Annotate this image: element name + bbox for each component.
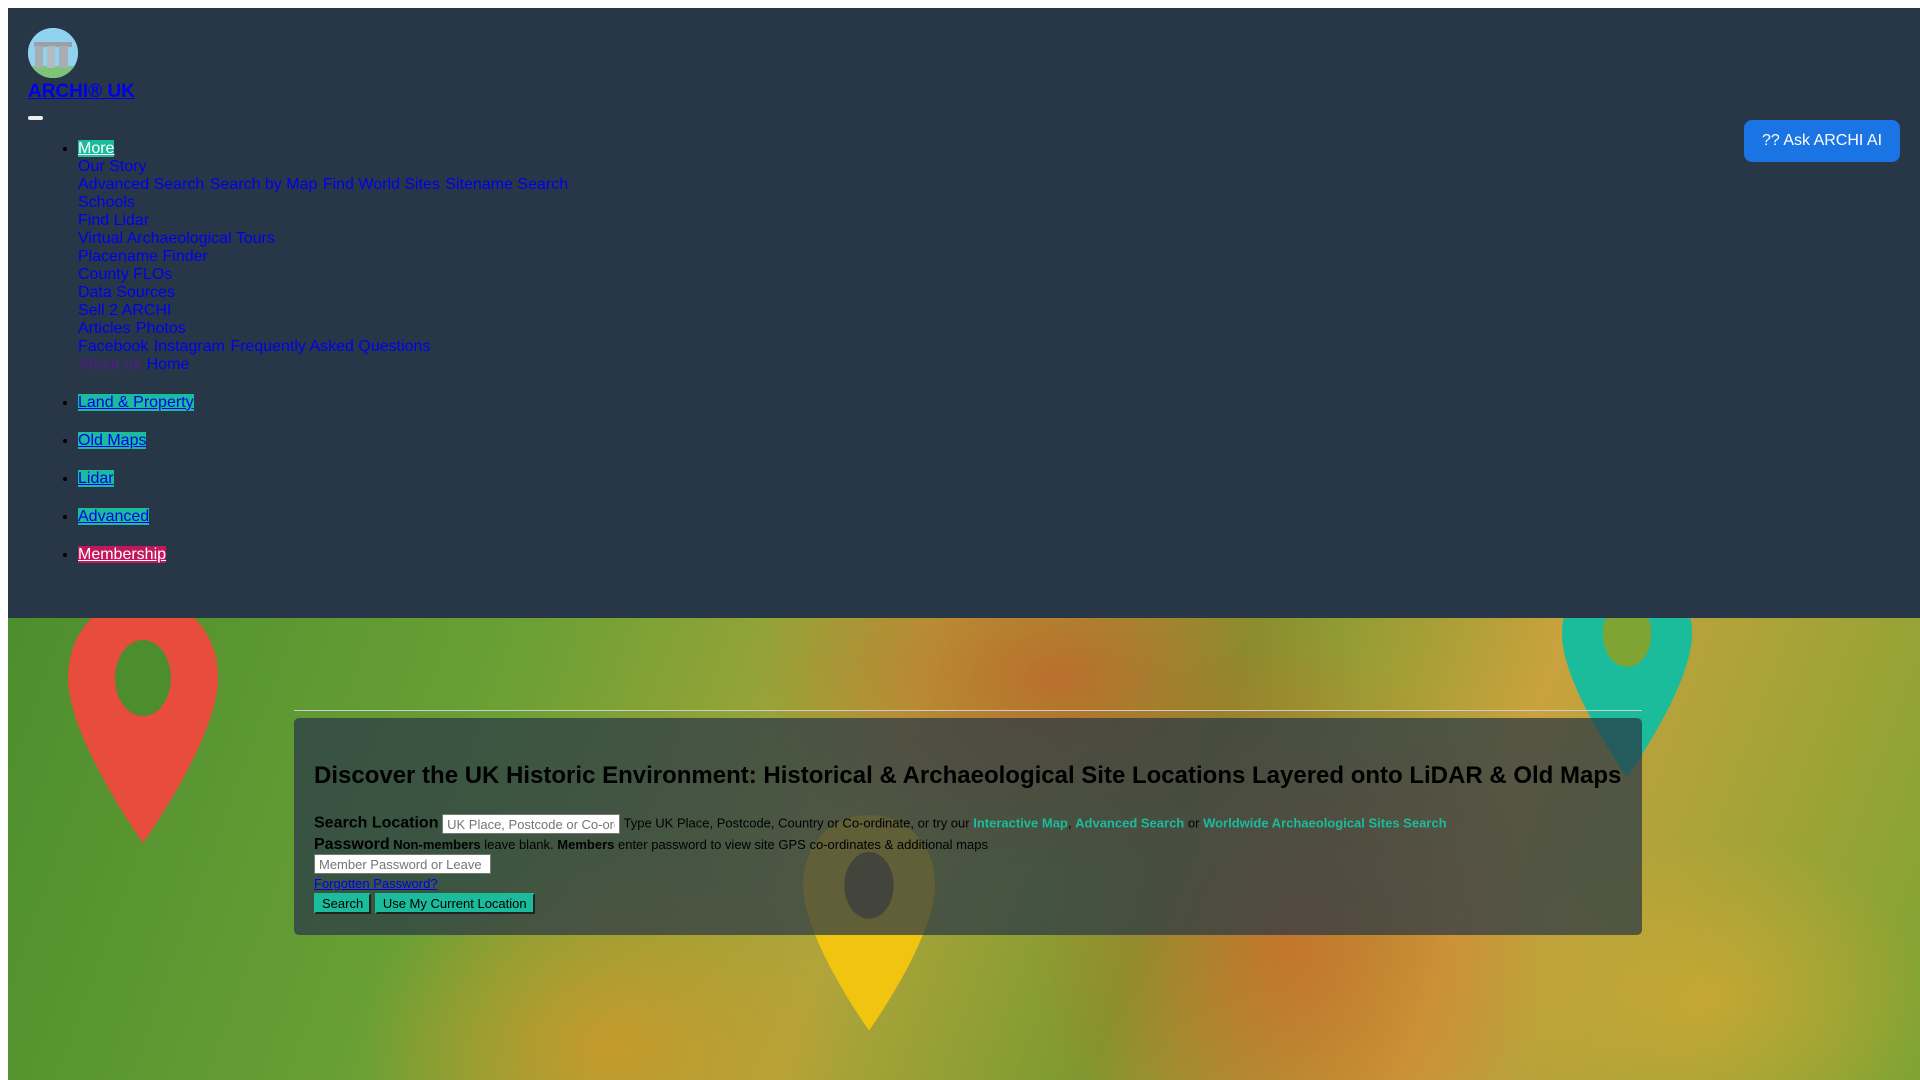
submenu-link[interactable]: Find Lidar	[78, 212, 149, 229]
submenu-row: Placename Finder	[78, 248, 569, 266]
more-menu-button[interactable]: More	[78, 140, 115, 157]
ask-archi-ai-button[interactable]: ?? Ask ARCHI AI	[1744, 120, 1900, 162]
submenu-link[interactable]: Placename Finder	[78, 248, 208, 265]
menu-toggle-button[interactable]	[28, 116, 43, 120]
members-label: Members	[557, 837, 615, 852]
submenu-link[interactable]: Schools	[78, 194, 135, 211]
submenu-row: County FLOs	[78, 266, 569, 284]
submenu-link[interactable]: Find World Sites	[323, 176, 440, 193]
submenu-row: Data Sources	[78, 284, 569, 302]
nav-item-old-maps: Old Maps	[78, 432, 569, 450]
submenu-row: About us Home	[78, 356, 569, 374]
submenu-link[interactable]: Advanced Search	[78, 176, 204, 193]
or-text: or	[1187, 815, 1200, 831]
worldwide-sites-link[interactable]: Worldwide Archaeological Sites Search	[1203, 815, 1446, 830]
search-location-label: Search Location	[314, 814, 439, 832]
submenu-link[interactable]: Photos	[136, 320, 186, 337]
submenu-link[interactable]: Our Story	[78, 158, 146, 175]
search-button[interactable]: Search	[314, 893, 372, 914]
nav-item-land-property: Land & Property	[78, 394, 569, 412]
main-nav: More Our Story Advanced Search Search by…	[0, 140, 569, 584]
submenu-link[interactable]: County FLOs	[78, 266, 172, 283]
use-current-location-button[interactable]: Use My Current Location	[374, 893, 535, 914]
members-text: enter password to view site GPS co-ordin…	[617, 837, 988, 852]
search-location-input[interactable]	[442, 814, 621, 834]
submenu-link[interactable]: Data Sources	[78, 284, 175, 301]
submenu-row: Sell 2 ARCHI	[78, 302, 569, 320]
non-members-label: Non-members	[393, 837, 481, 852]
submenu-link[interactable]: Instagram	[154, 338, 225, 355]
nav-advanced-link[interactable]: Advanced	[78, 508, 150, 525]
site-logo[interactable]	[28, 28, 78, 78]
forgotten-password-link[interactable]: Forgotten Password?	[314, 876, 438, 891]
nav-item-lidar: Lidar	[78, 470, 569, 488]
divider	[294, 710, 1642, 711]
submenu-link[interactable]: Virtual Archaeological Tours	[78, 230, 275, 247]
nav-old-maps-link[interactable]: Old Maps	[78, 432, 147, 449]
hero-heading: Discover the UK Historic Environment: Hi…	[314, 762, 1622, 789]
password-input[interactable]	[314, 854, 491, 874]
submenu-row: Advanced Search Search by Map Find World…	[78, 176, 569, 194]
nav-item-more: More Our Story Advanced Search Search by…	[78, 140, 569, 374]
submenu-row: Facebook Instagram Frequently Asked Ques…	[78, 338, 569, 356]
submenu-link[interactable]: Home	[147, 356, 190, 373]
site-title-link[interactable]: ARCHI® UK	[28, 81, 135, 103]
nav-item-advanced: Advanced	[78, 508, 569, 526]
submenu-link[interactable]: Facebook	[78, 338, 148, 355]
non-members-text: leave blank.	[484, 837, 554, 852]
submenu-row: Schools	[78, 194, 569, 212]
comma: ,	[1067, 815, 1072, 831]
red-map-pin-icon	[68, 618, 218, 843]
submenu-row: Articles Photos	[78, 320, 569, 338]
nav-membership-link[interactable]: Membership	[78, 546, 167, 563]
submenu-row: Virtual Archaeological Tours	[78, 230, 569, 248]
search-hint: Type UK Place, Postcode, Country or Co-o…	[623, 815, 970, 831]
password-label: Password	[314, 836, 390, 853]
submenu-link[interactable]: Articles	[78, 320, 130, 337]
submenu-link[interactable]: Frequently Asked Questions	[230, 338, 430, 355]
more-submenu: Our Story Advanced Search Search by Map …	[78, 158, 569, 374]
submenu-link[interactable]: Search by Map	[210, 176, 318, 193]
submenu-link[interactable]: About us	[78, 356, 141, 373]
advanced-search-link[interactable]: Advanced Search	[1075, 815, 1184, 830]
search-panel: Discover the UK Historic Environment: Hi…	[294, 718, 1642, 935]
submenu-link[interactable]: Sell 2 ARCHI	[78, 302, 171, 319]
nav-item-membership: Membership	[78, 546, 569, 564]
submenu-row: Find Lidar	[78, 212, 569, 230]
interactive-map-link[interactable]: Interactive Map	[973, 815, 1068, 830]
submenu-row: Our Story	[78, 158, 569, 176]
submenu-link[interactable]: Sitename Search	[445, 176, 568, 193]
nav-land-property-link[interactable]: Land & Property	[78, 394, 194, 411]
nav-lidar-link[interactable]: Lidar	[78, 470, 114, 487]
